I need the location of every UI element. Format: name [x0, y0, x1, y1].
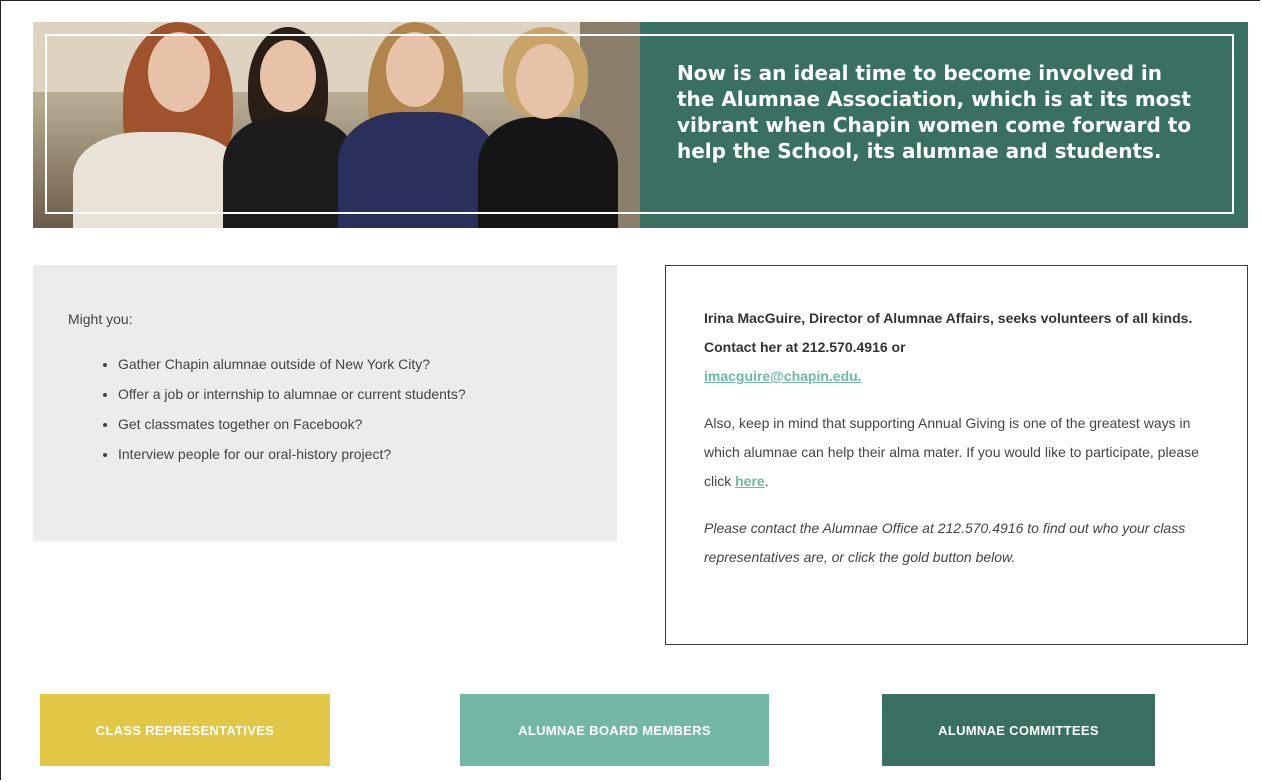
might-you-intro: Might you: [68, 311, 133, 327]
contact-paragraph: Irina MacGuire, Director of Alumnae Affa… [704, 304, 1217, 391]
volunteer-ideas-list: Gather Chapin alumnae outside of New Yor… [68, 353, 587, 465]
giving-here-link[interactable]: here [735, 473, 765, 489]
list-item: Gather Chapin alumnae outside of New Yor… [118, 353, 587, 375]
email-link[interactable]: imacguire@chapin.edu. [704, 368, 862, 384]
alumnae-group-photo [33, 22, 640, 228]
giving-paragraph: Also, keep in mind that supporting Annua… [704, 409, 1217, 496]
alumnae-board-members-button[interactable]: ALUMNAE BOARD MEMBERS [460, 694, 769, 766]
class-representatives-button[interactable]: CLASS REPRESENTATIVES [40, 694, 330, 766]
giving-period: . [764, 473, 769, 489]
hero-banner: Now is an ideal time to become involved … [33, 22, 1248, 228]
list-item: Get classmates together on Facebook? [118, 413, 587, 435]
contact-info-panel: Irina MacGuire, Director of Alumnae Affa… [665, 265, 1248, 645]
contact-text: Irina MacGuire, Director of Alumnae Affa… [704, 310, 1193, 355]
alumnae-committees-button[interactable]: ALUMNAE COMMITTEES [882, 694, 1155, 766]
hero-statement: Now is an ideal time to become involved … [677, 61, 1192, 163]
list-item: Interview people for our oral-history pr… [118, 443, 587, 465]
list-item: Offer a job or internship to alumnae or … [118, 383, 587, 405]
might-you-panel: Might you: Gather Chapin alumnae outside… [33, 265, 617, 541]
office-paragraph: Please contact the Alumnae Office at 212… [704, 520, 1186, 565]
giving-text: Also, keep in mind that supporting Annua… [704, 415, 1199, 489]
